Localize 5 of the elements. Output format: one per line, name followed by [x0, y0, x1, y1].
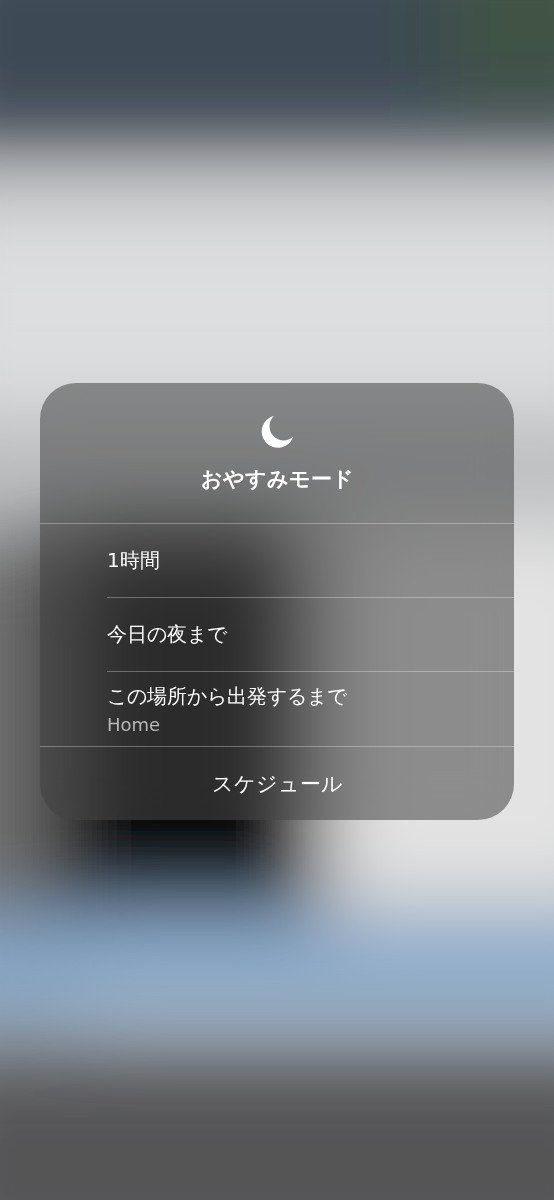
menu-item[interactable]: 1時間 [40, 524, 514, 598]
menu-title: おやすみモード [200, 466, 354, 493]
schedule-item[interactable]: スケジュール [40, 746, 514, 820]
menu-item[interactable]: この場所から出発するまで Home [40, 672, 514, 746]
menu-item[interactable]: 今日の夜まで [40, 598, 514, 672]
